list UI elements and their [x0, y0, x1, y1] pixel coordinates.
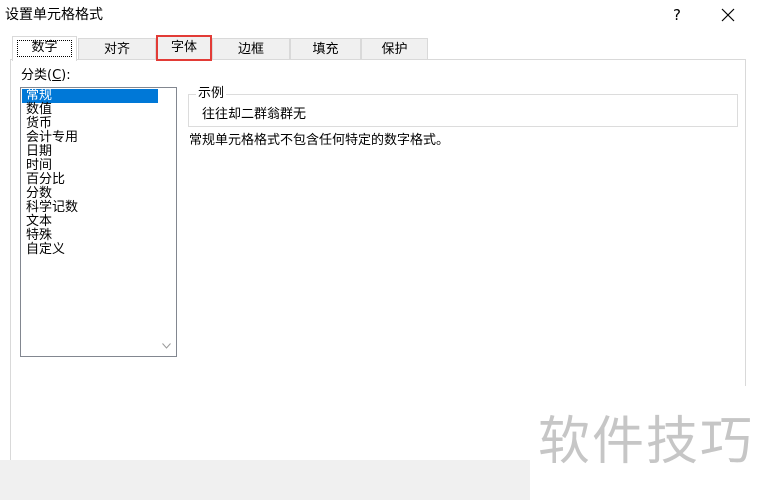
close-button[interactable] — [708, 2, 748, 28]
tab-border-label: 边框 — [237, 42, 264, 57]
watermark-text: 软件技巧 — [538, 412, 755, 472]
sample-value: 往往却二群翁群无 — [202, 107, 307, 122]
tab-fill[interactable]: 填充 — [290, 38, 361, 59]
category-item[interactable]: 时间 — [22, 159, 158, 173]
bottom-area — [0, 460, 530, 500]
tab-number-label: 数字 — [31, 40, 58, 55]
category-item[interactable]: 特殊 — [22, 229, 158, 243]
category-listbox[interactable]: 常规 数值 货币 会计专用 日期 时间 百分比 分数 科学记数 文本 特殊 自定义 — [20, 87, 177, 357]
window-title: 设置单元格格式 — [5, 7, 103, 23]
scroll-down-button[interactable] — [158, 339, 175, 353]
tab-protection[interactable]: 保护 — [361, 38, 428, 59]
tab-font-label: 字体 — [170, 40, 197, 55]
category-item[interactable]: 会计专用 — [22, 131, 158, 145]
category-item[interactable]: 科学记数 — [22, 201, 158, 215]
category-item[interactable]: 常规 — [22, 89, 158, 103]
tab-strip: 数字 对齐 字体 边框 填充 保护 — [0, 35, 759, 61]
category-item[interactable]: 日期 — [22, 145, 158, 159]
close-icon — [721, 8, 735, 22]
format-description: 常规单元格格式不包含任何特定的数字格式。 — [189, 133, 450, 148]
tab-number[interactable]: 数字 — [12, 36, 77, 61]
tab-alignment[interactable]: 对齐 — [78, 38, 156, 59]
category-item[interactable]: 分数 — [22, 187, 158, 201]
sample-legend: 示例 — [196, 86, 227, 102]
tab-border[interactable]: 边框 — [212, 38, 290, 59]
category-item[interactable]: 数值 — [22, 103, 158, 117]
category-item[interactable]: 文本 — [22, 215, 158, 229]
category-item[interactable]: 百分比 — [22, 173, 158, 187]
category-item[interactable]: 自定义 — [22, 243, 158, 257]
tab-alignment-label: 对齐 — [103, 42, 130, 57]
vertical-scrollbar[interactable] — [158, 89, 175, 355]
category-label: 分类(C): — [21, 68, 71, 83]
tab-font[interactable]: 字体 — [156, 35, 212, 61]
help-button[interactable]: ? — [662, 2, 692, 28]
category-list: 常规 数值 货币 会计专用 日期 时间 百分比 分数 科学记数 文本 特殊 自定义 — [22, 89, 158, 257]
category-item[interactable]: 货币 — [22, 117, 158, 131]
tab-protection-label: 保护 — [381, 42, 408, 57]
chevron-down-icon — [162, 343, 171, 349]
tab-fill-label: 填充 — [312, 42, 339, 57]
title-bar: 设置单元格格式 ? — [0, 0, 759, 30]
